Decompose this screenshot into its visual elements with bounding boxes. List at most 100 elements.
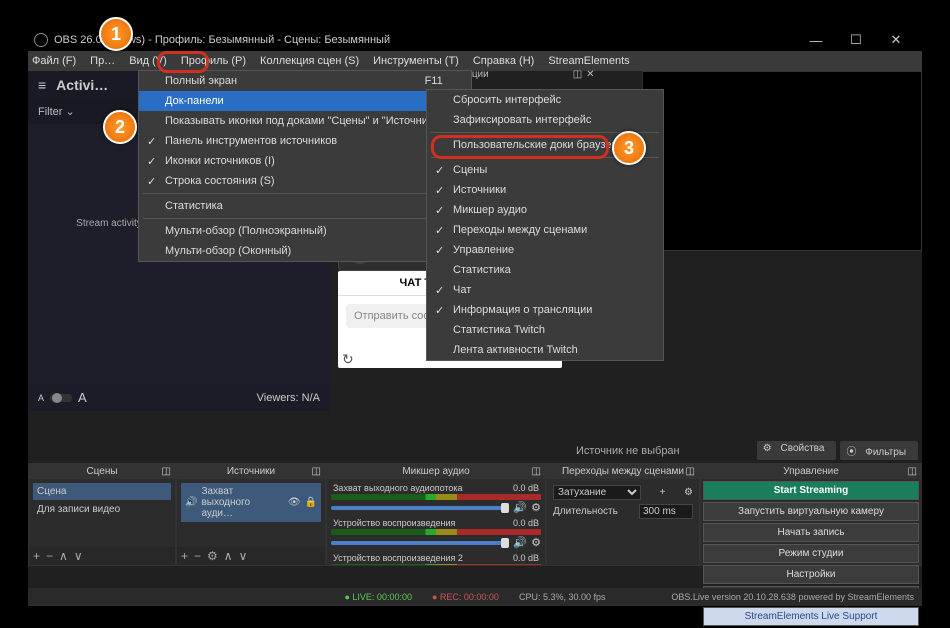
- sources-panel: Источники◫ 🔊 Захват выходного ауди… 👁 🔒 …: [176, 463, 326, 566]
- controls-header: Управление: [783, 466, 839, 477]
- channel-settings-icon[interactable]: ⚙: [531, 536, 541, 549]
- font-small-icon[interactable]: A: [38, 393, 44, 403]
- source-settings-button[interactable]: ⚙: [207, 549, 218, 563]
- callout-ring-1: [157, 51, 209, 73]
- source-label: Захват выходного ауди…: [201, 486, 283, 519]
- submenu-sources[interactable]: Источники: [427, 180, 663, 200]
- studio-mode-button[interactable]: Режим студии: [703, 544, 919, 563]
- menu-help[interactable]: Справка (H): [473, 55, 534, 67]
- mixer-channel-db: 0.0 dB: [513, 518, 539, 528]
- minimize-button[interactable]: —: [796, 33, 836, 48]
- scene-item[interactable]: Сцена: [33, 483, 171, 500]
- font-size-slider[interactable]: [50, 394, 72, 402]
- scene-down-button[interactable]: ∨: [74, 549, 83, 563]
- source-item[interactable]: 🔊 Захват выходного ауди… 👁 🔒: [181, 483, 321, 522]
- menu-scene-collection[interactable]: Коллекция сцен (S): [260, 55, 359, 67]
- mixer-channel: Устройство воспроизведения 20.0 dB 🔊 ⚙: [331, 553, 541, 565]
- properties-button[interactable]: ⚙ Свойства: [757, 441, 837, 460]
- submenu-transitions[interactable]: Переходы между сценами: [427, 220, 663, 240]
- mixer-channel-db: 0.0 dB: [513, 553, 539, 563]
- callout-2: 2: [103, 110, 137, 144]
- maximize-button[interactable]: ☐: [836, 32, 876, 48]
- status-cpu: CPU: 5.3%, 30.00 fps: [519, 592, 606, 602]
- dock-close-icon[interactable]: ✕: [586, 69, 594, 80]
- submenu-stats[interactable]: Статистика: [427, 260, 663, 280]
- remove-source-button[interactable]: −: [194, 549, 201, 563]
- volume-slider[interactable]: [331, 506, 509, 510]
- menu-edit[interactable]: Пр…: [90, 55, 115, 67]
- trans-settings-button[interactable]: ⚙: [684, 487, 693, 498]
- menu-docks[interactable]: Док-панели: [139, 91, 471, 111]
- status-rec: REC: 00:00:00: [440, 592, 499, 602]
- start-recording-button[interactable]: Начать запись: [703, 523, 919, 542]
- submenu-controls[interactable]: Управление: [427, 240, 663, 260]
- source-up-button[interactable]: ∧: [224, 549, 233, 563]
- visibility-icon[interactable]: 👁: [288, 497, 301, 508]
- remove-scene-button[interactable]: −: [46, 549, 53, 563]
- scenes-popout-icon[interactable]: ◫: [162, 466, 171, 477]
- menu-source-toolbar[interactable]: Панель инструментов источников: [139, 131, 471, 151]
- dock-popout-icon[interactable]: ◫: [573, 69, 582, 80]
- duration-input[interactable]: [639, 504, 693, 519]
- submenu-twitch-feed[interactable]: Лента активности Twitch: [427, 340, 663, 360]
- start-streaming-button[interactable]: Start Streaming: [703, 481, 919, 500]
- menu-file[interactable]: Файл (F): [32, 55, 76, 67]
- transition-select[interactable]: Затухание: [553, 485, 641, 500]
- preview-area[interactable]: [642, 71, 922, 251]
- transitions-header: Переходы между сценами: [562, 466, 684, 477]
- scenes-header: Сцены: [86, 466, 117, 477]
- duration-label: Длительность: [553, 506, 618, 517]
- menu-show-icons[interactable]: Показывать иконки под доками "Сцены" и "…: [139, 111, 471, 131]
- statusbar: ● LIVE: 00:00:00 ● REC: 00:00:00 CPU: 5.…: [28, 588, 922, 606]
- submenu-stream-info[interactable]: Информация о трансляции: [427, 300, 663, 320]
- obs-logo-icon: [34, 33, 48, 47]
- menu-status-line[interactable]: Строка состояния (S): [139, 171, 471, 191]
- sources-popout-icon[interactable]: ◫: [312, 466, 321, 477]
- mixer-panel: Микшер аудио◫ Захват выходного аудиопото…: [326, 463, 546, 566]
- view-dropdown: Полный экранF11 Док-панели Показывать ик…: [138, 70, 472, 262]
- callout-1: 1: [99, 17, 133, 51]
- docks-submenu: Сбросить интерфейс Зафиксировать интерфе…: [426, 89, 664, 361]
- volume-slider[interactable]: [331, 541, 509, 545]
- menu-multiview-fs[interactable]: Мульти-обзор (Полноэкранный): [139, 221, 471, 241]
- virtual-camera-button[interactable]: Запустить виртуальную камеру: [703, 502, 919, 521]
- source-down-button[interactable]: ∨: [239, 549, 248, 563]
- menu-source-icons[interactable]: Иконки источников (I): [139, 151, 471, 171]
- audio-meter: [331, 564, 541, 565]
- mute-icon[interactable]: 🔊: [513, 536, 527, 549]
- menu-fullscreen[interactable]: Полный экранF11: [139, 71, 471, 91]
- controls-panel: Управление ◫ Start Streaming Запустить ви…: [700, 463, 922, 566]
- submenu-mixer[interactable]: Микшер аудио: [427, 200, 663, 220]
- lock-icon[interactable]: 🔒: [305, 497, 317, 508]
- sources-header: Источники: [227, 466, 275, 477]
- add-source-button[interactable]: +: [181, 549, 188, 563]
- transitions-popout-icon[interactable]: ◫: [686, 466, 695, 477]
- settings-button[interactable]: Настройки: [703, 565, 919, 584]
- mixer-popout-icon[interactable]: ◫: [532, 466, 541, 477]
- se-support-button[interactable]: StreamElements Live Support: [703, 607, 919, 626]
- hamburger-icon[interactable]: ≡: [38, 77, 46, 93]
- mute-icon[interactable]: 🔊: [513, 501, 527, 514]
- submenu-lock-ui[interactable]: Зафиксировать интерфейс: [427, 110, 663, 130]
- submenu-twitch-stats[interactable]: Статистика Twitch: [427, 320, 663, 340]
- scene-up-button[interactable]: ∧: [59, 549, 68, 563]
- scenes-panel: Сцены ◫ Сцена Для записи видео +−∧ ∨: [28, 463, 176, 566]
- menu-multiview-win[interactable]: Мульти-обзор (Оконный): [139, 241, 471, 261]
- channel-settings-icon[interactable]: ⚙: [531, 501, 541, 514]
- refresh-icon[interactable]: ↻: [342, 351, 354, 368]
- menu-stats[interactable]: Статистика: [139, 196, 471, 216]
- close-button[interactable]: ✕: [876, 32, 916, 48]
- scene-item[interactable]: Для записи видео: [33, 501, 171, 518]
- callout-3: 3: [612, 131, 646, 165]
- status-version: OBS.Live version 20.10.28.638 powered by…: [671, 592, 914, 602]
- filters-button[interactable]: ⦿ Фильтры: [840, 441, 918, 460]
- submenu-chat[interactable]: Чат: [427, 280, 663, 300]
- add-scene-button[interactable]: +: [33, 549, 40, 563]
- menu-tools[interactable]: Инструменты (T): [373, 55, 459, 67]
- titlebar: OBS 26.0.…dows) - Профиль: Безымянный - …: [28, 29, 922, 51]
- menu-streamelements[interactable]: StreamElements: [548, 55, 629, 67]
- controls-popout-icon[interactable]: ◫: [908, 466, 917, 477]
- font-large-icon[interactable]: A: [78, 390, 87, 405]
- submenu-reset-ui[interactable]: Сбросить интерфейс: [427, 90, 663, 110]
- trans-add-button[interactable]: +: [660, 487, 666, 498]
